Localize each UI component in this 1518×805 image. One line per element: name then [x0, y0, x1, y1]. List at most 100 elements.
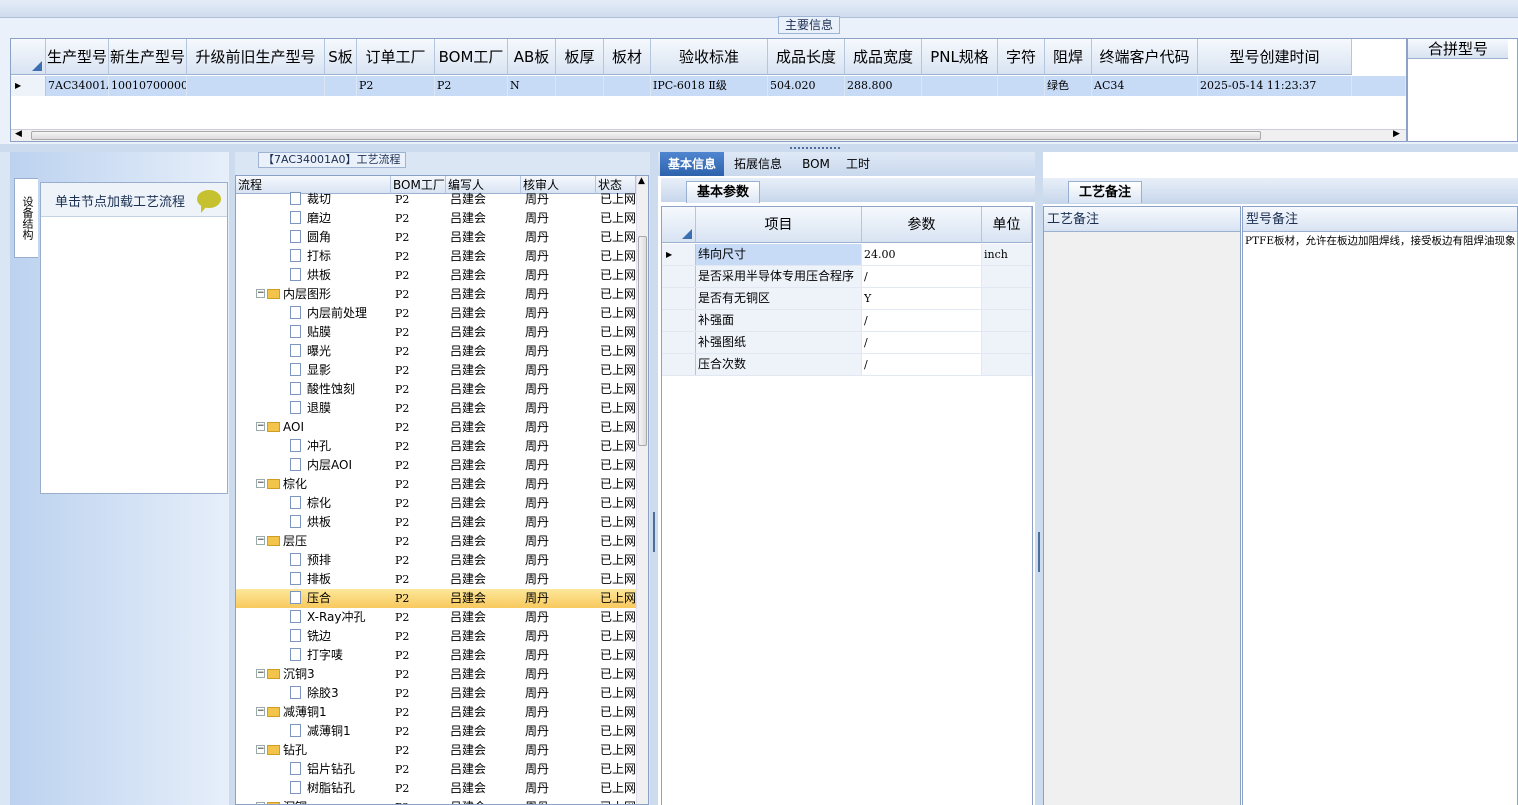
tab-basic-info[interactable]: 基本信息 — [660, 152, 724, 176]
col-header[interactable]: 成品长度 — [768, 39, 845, 75]
process-flow-tree[interactable]: 流程 BOM工厂 编写人 核审人 状态 裁切 P2 吕建会 周丹 已上网 磨边 P2 吕建会 周丹 已上网… — [235, 175, 649, 805]
col-header[interactable]: AB板 — [508, 39, 556, 75]
tree-row[interactable]: 减薄铜1 P2 吕建会 周丹 已上网 — [236, 722, 636, 741]
collapse-toggle-icon[interactable]: − — [256, 422, 265, 431]
tree-row[interactable]: − 减薄铜1 P2 吕建会 周丹 已上网 — [236, 703, 636, 722]
param-value[interactable]: Y — [862, 288, 982, 309]
tree-row[interactable]: 贴膜 P2 吕建会 周丹 已上网 — [236, 323, 636, 342]
tree-row[interactable]: 烘板 P2 吕建会 周丹 已上网 — [236, 513, 636, 532]
col-header[interactable]: 终端客户代码 — [1092, 39, 1198, 75]
col-header[interactable]: 新生产型号 — [109, 39, 187, 75]
col-header[interactable]: 型号创建时间 — [1198, 39, 1352, 75]
params-grid[interactable]: 项目 参数 单位 ▶ 纬向尺寸 24.00 inch 是否采用半导体专用压合程序 / 是否有… — [661, 206, 1033, 805]
col-header[interactable]: 字符 — [998, 39, 1045, 75]
tree-row[interactable]: − 棕化 P2 吕建会 周丹 已上网 — [236, 475, 636, 494]
tree-row[interactable]: −沉铜P2吕建会周丹已上网 — [236, 798, 636, 804]
tree-row[interactable]: 酸性蚀刻 P2 吕建会 周丹 已上网 — [236, 380, 636, 399]
col-header[interactable]: PNL规格 — [922, 39, 998, 75]
param-value[interactable]: / — [862, 310, 982, 331]
table-cell[interactable]: AC34 — [1092, 76, 1198, 96]
tree-row[interactable]: − 沉铜3 P2 吕建会 周丹 已上网 — [236, 665, 636, 684]
scrollbar-thumb[interactable] — [31, 131, 1261, 140]
scroll-right-icon[interactable]: ▶ — [1393, 129, 1400, 139]
table-cell[interactable] — [604, 76, 651, 96]
table-cell[interactable]: N — [508, 76, 556, 96]
table-cell[interactable] — [998, 76, 1045, 96]
table-cell[interactable]: 2025-05-14 11:23:37 — [1198, 76, 1352, 96]
param-row[interactable]: 压合次数 / — [662, 354, 1032, 376]
col-header[interactable]: 订单工厂 — [357, 39, 435, 75]
col-header[interactable]: 成品宽度 — [845, 39, 922, 75]
tree-row[interactable]: 打标 P2 吕建会 周丹 已上网 — [236, 247, 636, 266]
table-cell[interactable]: 10010700000419 — [109, 76, 187, 96]
collapse-toggle-icon[interactable]: − — [256, 289, 265, 298]
table-cell[interactable]: 绿色 — [1045, 76, 1092, 96]
tree-row[interactable]: 内层AOI P2 吕建会 周丹 已上网 — [236, 456, 636, 475]
param-row[interactable]: ▶ 纬向尺寸 24.00 inch — [662, 244, 1032, 266]
collapse-toggle-icon[interactable]: − — [256, 707, 265, 716]
tree-row[interactable]: − AOI P2 吕建会 周丹 已上网 — [236, 418, 636, 437]
table-cell[interactable] — [187, 76, 325, 96]
tree-row[interactable]: 打字唛 P2 吕建会 周丹 已上网 — [236, 646, 636, 665]
param-value[interactable]: / — [862, 266, 982, 287]
col-header[interactable]: S板 — [325, 39, 357, 75]
param-value[interactable]: / — [862, 332, 982, 353]
tree-row[interactable]: 圆角 P2 吕建会 周丹 已上网 — [236, 228, 636, 247]
tab-basic-params[interactable]: 基本参数 — [686, 181, 760, 203]
horizontal-scrollbar[interactable]: ◀ ▶ — [11, 129, 1406, 141]
right-splitter[interactable] — [1035, 152, 1043, 805]
process-remarks-panel[interactable]: 工艺备注 — [1043, 206, 1241, 805]
tree-row[interactable]: 内层前处理 P2 吕建会 周丹 已上网 — [236, 304, 636, 323]
tree-row[interactable]: 冲孔 P2 吕建会 周丹 已上网 — [236, 437, 636, 456]
tree-row[interactable]: 曝光 P2 吕建会 周丹 已上网 — [236, 342, 636, 361]
vertical-scrollbar[interactable]: ▲ — [636, 176, 648, 804]
col-header[interactable]: 验收标准 — [651, 39, 768, 75]
tab-work-hours[interactable]: 工时 — [838, 152, 878, 176]
param-row[interactable]: 是否有无铜区 Y — [662, 288, 1032, 310]
tree-row[interactable]: 烘板 P2 吕建会 周丹 已上网 — [236, 266, 636, 285]
tree-row[interactable]: 棕化 P2 吕建会 周丹 已上网 — [236, 494, 636, 513]
node-panel[interactable]: 单击节点加载工艺流程 — [40, 182, 228, 494]
horizontal-splitter[interactable] — [0, 144, 1518, 152]
model-remarks-text[interactable]: PTFE板材，允许在板边加阻焊线，接受板边有阻焊油现象 — [1245, 235, 1517, 247]
scroll-left-icon[interactable]: ◀ — [15, 129, 22, 139]
tree-row[interactable]: − 内层图形 P2 吕建会 周丹 已上网 — [236, 285, 636, 304]
tree-row[interactable]: 裁切 P2 吕建会 周丹 已上网 — [236, 190, 636, 209]
col-header[interactable]: 生产型号 — [46, 39, 109, 75]
table-cell[interactable]: IPC-6018 Ⅱ级 — [651, 76, 768, 96]
model-remarks-panel[interactable]: 型号备注 PTFE板材，允许在板边加阻焊线，接受板边有阻焊油现象 — [1242, 206, 1518, 805]
param-row[interactable]: 补强图纸 / — [662, 332, 1032, 354]
collapse-toggle-icon[interactable]: − — [256, 479, 265, 488]
tree-row[interactable]: − 层压 P2 吕建会 周丹 已上网 — [236, 532, 636, 551]
tree-row[interactable]: X-Ray冲孔 P2 吕建会 周丹 已上网 — [236, 608, 636, 627]
col-header[interactable]: 板材 — [604, 39, 651, 75]
tree-row[interactable]: 铣边 P2 吕建会 周丹 已上网 — [236, 627, 636, 646]
table-cell[interactable]: P2 — [435, 76, 508, 96]
tab-extended-info[interactable]: 拓展信息 — [728, 152, 788, 176]
col-header[interactable]: 阻焊 — [1045, 39, 1092, 75]
merged-model-grid[interactable]: 合拼型号 — [1407, 38, 1518, 142]
param-value[interactable]: / — [862, 354, 982, 375]
col-header[interactable]: 升级前旧生产型号 — [187, 39, 325, 75]
param-value[interactable]: 24.00 — [862, 244, 982, 265]
tree-row[interactable]: 除胶3 P2 吕建会 周丹 已上网 — [236, 684, 636, 703]
mid-splitter[interactable] — [650, 152, 658, 805]
device-structure-tab[interactable]: 设备结构 — [14, 178, 38, 258]
collapse-toggle-icon[interactable]: − — [256, 669, 265, 678]
param-row[interactable]: 补强面 / — [662, 310, 1032, 332]
tree-row[interactable]: 树脂钻孔 P2 吕建会 周丹 已上网 — [236, 779, 636, 798]
collapse-toggle-icon[interactable]: − — [256, 536, 265, 545]
col-header[interactable]: 板厚 — [556, 39, 604, 75]
tab-bom[interactable]: BOM — [796, 152, 836, 176]
collapse-toggle-icon[interactable]: − — [256, 745, 265, 754]
table-cell[interactable]: P2 — [357, 76, 435, 96]
tree-row[interactable]: 排板 P2 吕建会 周丹 已上网 — [236, 570, 636, 589]
tree-row[interactable]: 退膜 P2 吕建会 周丹 已上网 — [236, 399, 636, 418]
table-cell[interactable] — [325, 76, 357, 96]
scroll-up-icon[interactable]: ▲ — [638, 176, 645, 186]
col-header[interactable]: BOM工厂 — [435, 39, 508, 75]
tree-row[interactable]: 压合 P2 吕建会 周丹 已上网 — [236, 589, 636, 608]
param-row[interactable]: 是否采用半导体专用压合程序 / — [662, 266, 1032, 288]
table-cell[interactable] — [922, 76, 998, 96]
scrollbar-thumb[interactable] — [638, 236, 647, 446]
